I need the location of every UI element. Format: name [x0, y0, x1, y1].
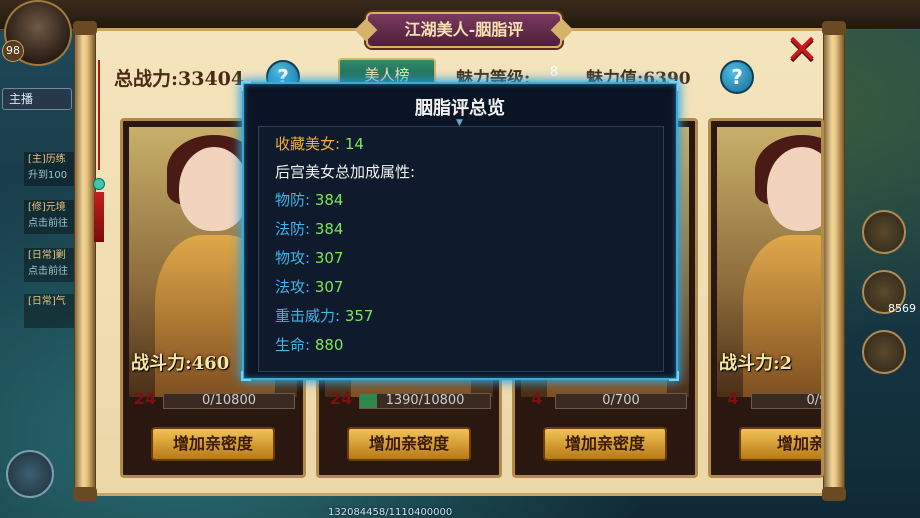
stat-value: 307 — [314, 278, 344, 296]
overview-modal: 胭脂评总览 ▼ 收藏美女: 14 后宫美女总加成属性: 物防: 384 法防: … — [241, 81, 679, 381]
total-power-label: 总战力: — [114, 68, 179, 90]
collected-label: 收藏美女: — [275, 135, 341, 153]
intimacy-progress-bar: 1390/10800 — [359, 393, 491, 409]
bonus-heading-text: 后宫美女总加成属性: — [275, 163, 416, 181]
stat-row: 生命: 880 — [275, 334, 343, 355]
intimacy-progress-text: 0/9 — [806, 393, 821, 408]
stat-row: 法攻: 307 — [275, 276, 343, 297]
bonus-heading: 后宫美女总加成属性: — [275, 161, 415, 182]
stat-label: 物防: — [275, 191, 311, 209]
stat-row: 物防: 384 — [275, 189, 343, 210]
card-power: 战斗力:460 — [131, 349, 229, 375]
intimacy-heart-icon: 4 — [715, 375, 753, 415]
channel-dropdown[interactable]: 主播 — [2, 88, 72, 110]
stat-value: 307 — [314, 249, 344, 267]
beauty-card[interactable]: 战斗力:2 4 0/9 增加亲 — [708, 118, 824, 478]
stat-label: 物攻: — [275, 249, 311, 267]
stat-label: 法防: — [275, 220, 311, 238]
modal-title: 胭脂评总览 — [415, 98, 505, 119]
scroll-rod-right — [822, 21, 846, 501]
card-power-label: 战斗力: — [719, 353, 780, 374]
stat-value: 384 — [314, 220, 344, 238]
stat-row: 重击威力: 357 — [275, 305, 373, 326]
collected-row: 收藏美女: 14 — [275, 133, 364, 154]
card-power-value: 460 — [191, 353, 230, 374]
intimacy-progress-bar: 0/10800 — [163, 393, 295, 409]
tassel-decoration — [90, 60, 110, 242]
player-level-badge: 98 — [2, 40, 24, 62]
stat-label: 生命: — [275, 336, 311, 354]
close-icon[interactable]: ✕ — [780, 30, 824, 74]
intimacy-progress-text: 1390/10800 — [385, 393, 465, 408]
intimacy-progress-bar: 0/9 — [751, 393, 821, 409]
intimacy-progress-text: 0/10800 — [201, 393, 256, 408]
help-icon[interactable]: ? — [720, 60, 754, 94]
add-intimacy-button[interactable]: 增加亲密度 — [347, 427, 471, 461]
intimacy-progress-text: 0/700 — [602, 393, 640, 408]
stat-value: 357 — [344, 307, 374, 325]
exp-readout: 132084458/1110400000 — [328, 507, 453, 518]
add-intimacy-button[interactable]: 增加亲密度 — [543, 427, 667, 461]
item-count: 8569 — [888, 302, 916, 315]
stat-label: 法攻: — [275, 278, 311, 296]
stat-label: 重击威力: — [275, 307, 341, 325]
total-power-value: 33404 — [178, 68, 245, 90]
card-power-label: 战斗力: — [131, 353, 192, 374]
panel-title: 江湖美人-胭脂评 — [366, 12, 562, 48]
skill-icon[interactable] — [862, 330, 906, 374]
stat-row: 物攻: 307 — [275, 247, 343, 268]
card-power: 战斗力:2 — [719, 349, 792, 375]
intimacy-heart-icon: 4 — [519, 375, 557, 415]
intimacy-heart-icon: 24 — [127, 375, 165, 415]
add-intimacy-button[interactable]: 增加亲密度 — [151, 427, 275, 461]
add-intimacy-button[interactable]: 增加亲 — [739, 427, 821, 461]
stat-value: 384 — [314, 191, 344, 209]
mount-icon[interactable] — [6, 450, 54, 498]
card-power-value: 2 — [779, 353, 793, 374]
intimacy-heart-icon: 24 — [323, 375, 361, 415]
collected-value: 14 — [344, 135, 364, 153]
stat-row: 法防: 384 — [275, 218, 343, 239]
intimacy-progress-bar: 0/700 — [555, 393, 687, 409]
total-power: 总战力:33404 — [114, 64, 244, 91]
bag-icon[interactable] — [862, 210, 906, 254]
modal-content: 收藏美女: 14 后宫美女总加成属性: 物防: 384 法防: 384 物攻: … — [258, 126, 664, 372]
stat-value: 880 — [314, 336, 344, 354]
